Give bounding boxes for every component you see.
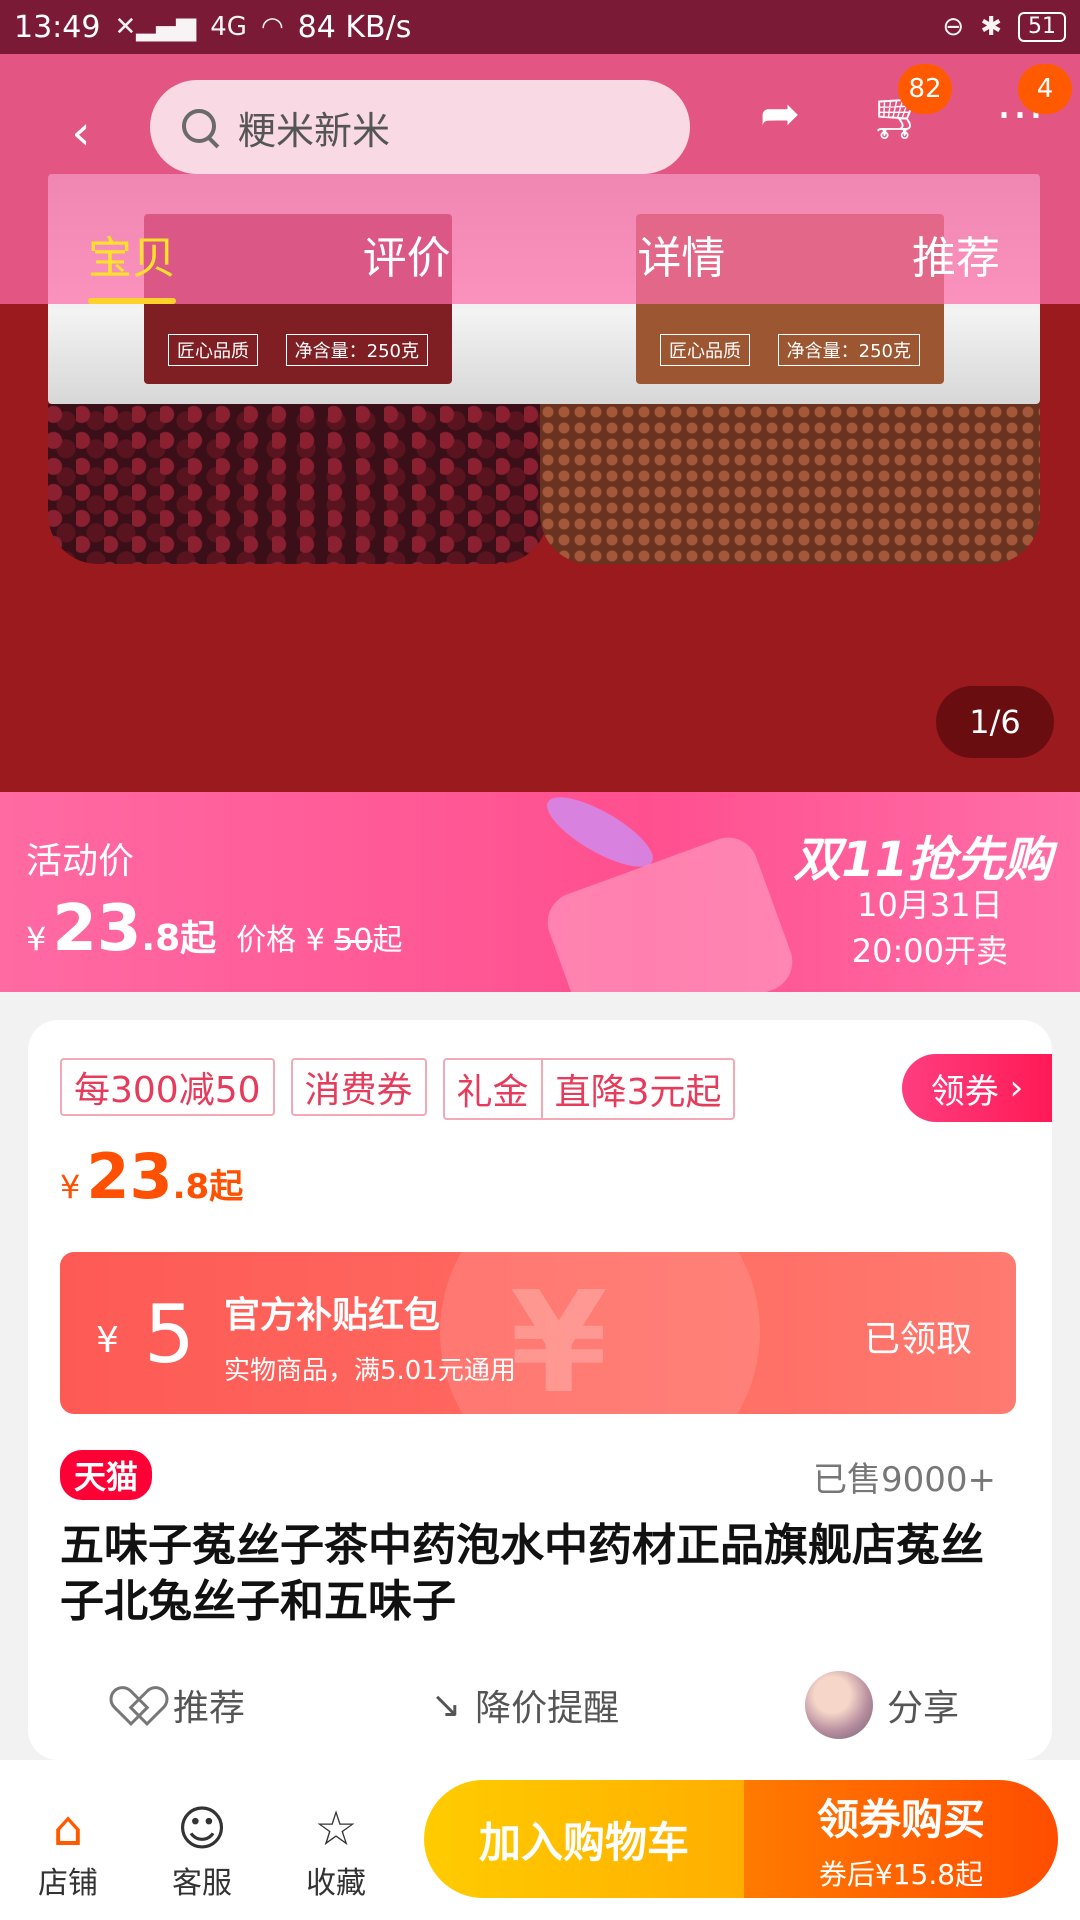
image-pager: 1/6 <box>936 686 1054 758</box>
redpacket-condition: 实物商品，满5.01元通用 <box>224 1356 516 1386</box>
signal-icon: ✕▂▄▆ <box>114 12 197 42</box>
bottom-action-bar: ⌂ 店铺 ☺ 客服 ☆ 收藏 加入购物车 领券购买 券后¥15.8起 <box>0 1760 1080 1920</box>
coupon-chip[interactable]: 消费券 <box>290 1058 427 1116</box>
cart-button[interactable]: 🛒︎ 82 <box>870 64 952 144</box>
recommend-button[interactable]: 推荐 <box>121 1679 245 1731</box>
chat-icon: ☺ <box>176 1801 228 1857</box>
promo-banner: 活动价 ¥ 23 .8起 价格 ¥ 50起 双11抢先购 10月31日 20:0… <box>0 792 1080 992</box>
event-title: 双11抢先购 <box>793 832 1052 888</box>
promo-label: 活动价 <box>26 841 135 882</box>
product-title: 五味子菟丝子茶中药泡水中药材正品旗舰店菟丝子北兔丝子和五味子 <box>60 1520 984 1627</box>
tab-reviews[interactable]: 评价 <box>363 222 451 286</box>
promo-price: ¥ 23 .8起 价格 ¥ 50起 <box>26 892 403 966</box>
wifi-icon: ◠ <box>260 12 284 42</box>
section-tabs: 宝贝 评价 详情 推荐 <box>0 204 1080 304</box>
share-action-button[interactable]: 分享 <box>805 1671 959 1739</box>
subsidy-redpacket[interactable]: ¥ ¥ 5 官方补贴红包 实物商品，满5.01元通用 已领取 <box>60 1252 1016 1414</box>
top-navigation: ‹ 粳米新米 ➦ 🛒︎ 82 ⋯ 4 宝贝 评价 详情 推荐 <box>0 54 1080 304</box>
share-button[interactable]: ➦ <box>750 84 810 144</box>
coupon-chip: 礼金 <box>456 1072 529 1113</box>
search-box[interactable]: 粳米新米 <box>150 80 690 174</box>
heart-icon <box>121 1688 159 1722</box>
network-type-icon: 4G <box>210 12 247 42</box>
more-badge: 4 <box>1018 64 1072 114</box>
back-button[interactable]: ‹ <box>56 98 106 168</box>
tmall-badge: 天猫 <box>60 1450 153 1500</box>
coupon-chip[interactable]: 每300减50 <box>60 1058 275 1116</box>
tab-details[interactable]: 详情 <box>637 222 725 286</box>
avatar <box>805 1671 873 1739</box>
jar-tag-quality: 匠心品质 <box>168 334 258 366</box>
status-time: 13:49 <box>14 9 101 45</box>
get-coupon-button[interactable]: 领券 › <box>902 1054 1052 1122</box>
star-icon: ☆ <box>314 1801 358 1857</box>
coupon-chip: 直降3元起 <box>540 1060 734 1118</box>
price-alert-button[interactable]: ↘ 降价提醒 <box>431 1679 619 1731</box>
tab-recommend[interactable]: 推荐 <box>912 222 1000 286</box>
lock-rotation-icon: ⊖ <box>942 12 965 42</box>
redpacket-amount: 5 <box>144 1288 195 1381</box>
battery-indicator: 51 <box>1018 12 1066 42</box>
add-to-cart-button[interactable]: 加入购物车 <box>424 1780 744 1898</box>
sold-count: 已售9000+ <box>812 1460 996 1500</box>
favorite-button[interactable]: ☆ 收藏 <box>286 1800 386 1902</box>
jar-tag-quality: 匠心品质 <box>660 334 750 366</box>
search-placeholder: 粳米新米 <box>238 108 391 153</box>
redpacket-title: 官方补贴红包 <box>224 1295 441 1336</box>
original-price: 价格 ¥ 50起 <box>236 923 403 958</box>
trend-down-icon: ↘ <box>430 1684 462 1726</box>
search-icon <box>180 107 220 147</box>
shop-button[interactable]: ⌂ 店铺 <box>18 1800 118 1902</box>
customer-service-button[interactable]: ☺ 客服 <box>152 1800 252 1902</box>
jar-tag-weight: 净含量：250克 <box>777 334 920 366</box>
buy-with-coupon-button[interactable]: 领券购买 券后¥15.8起 <box>744 1780 1058 1898</box>
network-speed: 84 KB/s <box>297 9 412 45</box>
tab-item[interactable]: 宝贝 <box>88 222 176 304</box>
cart-badge: 82 <box>898 64 952 114</box>
redpacket-state: 已领取 <box>863 1319 972 1360</box>
more-button[interactable]: ⋯ 4 <box>990 64 1072 144</box>
chevron-left-icon: ‹ <box>71 105 91 161</box>
status-bar: 13:49 ✕▂▄▆ 4G ◠ 84 KB/s ⊖ ✱ 51 <box>0 0 1080 54</box>
jar-tag-weight: 净含量：250克 <box>285 334 428 366</box>
product-info-card: 每300减50 消费券 礼金 直降3元起 领券 › ¥ 23 .8起 ¥ ¥ 5… <box>28 1020 1052 1760</box>
store-icon: ⌂ <box>52 1801 84 1857</box>
product-actions: 推荐 ↘ 降价提醒 分享 <box>28 1660 1052 1750</box>
coupon-chip-group[interactable]: 礼金 直降3元起 <box>442 1058 736 1120</box>
share-arrow-icon: ➦ <box>759 86 801 142</box>
event-date: 10月31日 20:00开卖 <box>851 886 1008 970</box>
bluetooth-icon: ✱ <box>980 12 1002 42</box>
yen-watermark-icon: ¥ <box>510 1262 608 1414</box>
chevron-right-icon: › <box>1009 1068 1024 1108</box>
current-price: ¥ 23 .8起 <box>60 1140 244 1213</box>
coupon-list: 每300减50 消费券 礼金 直降3元起 <box>60 1058 736 1120</box>
